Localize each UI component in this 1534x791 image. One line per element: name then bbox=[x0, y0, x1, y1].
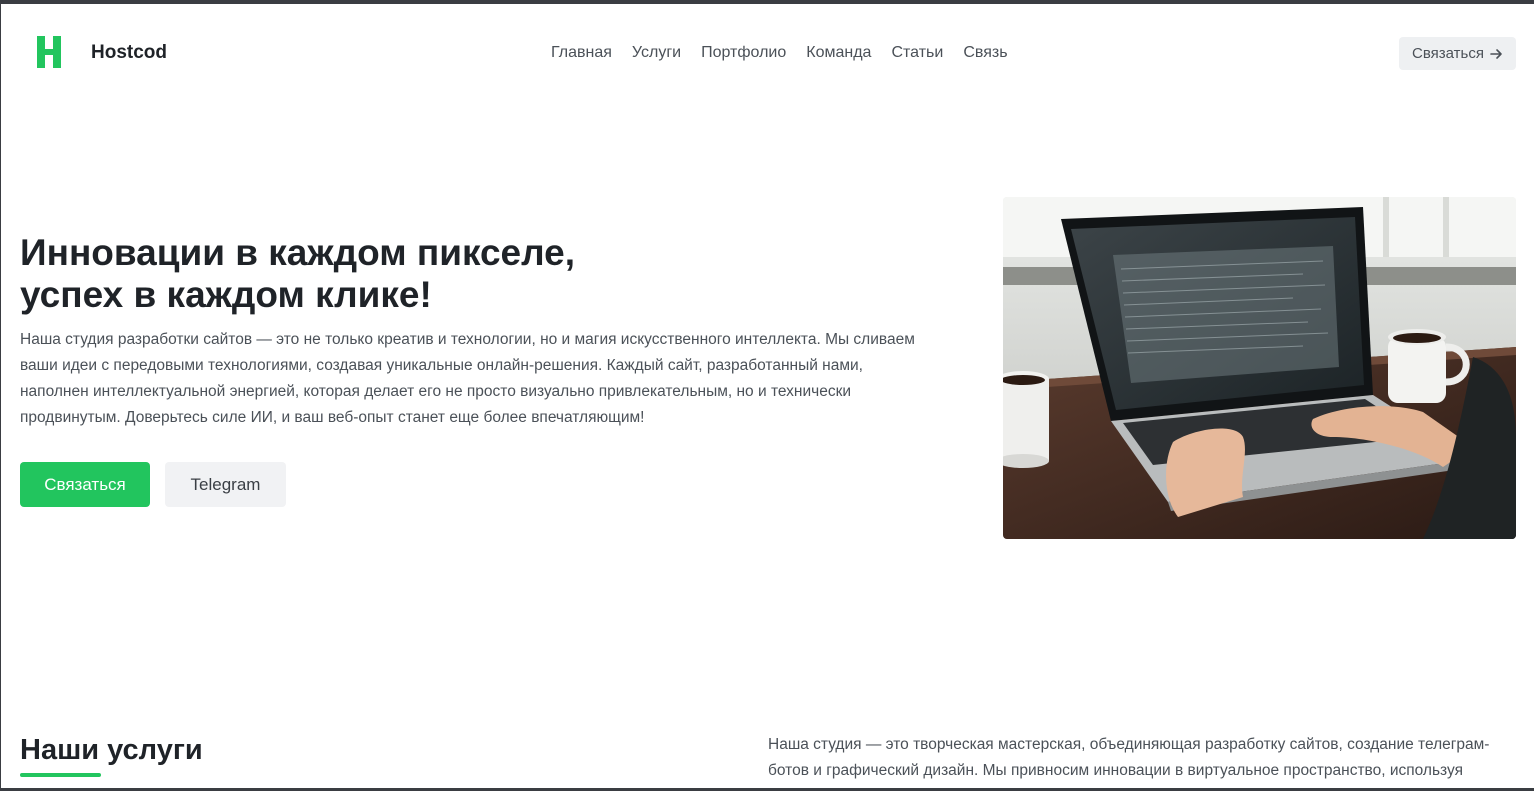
brand-name[interactable]: Hostcod bbox=[91, 42, 167, 64]
nav-item-home[interactable]: Главная bbox=[551, 44, 612, 62]
hero-title-line-2: успех в каждом клике! bbox=[20, 274, 432, 315]
nav-item-team[interactable]: Команда bbox=[806, 44, 871, 62]
contact-button[interactable]: Связаться bbox=[20, 462, 150, 507]
site-header: Hostcod Главная Услуги Портфолио Команда… bbox=[0, 4, 1534, 100]
nav-item-services[interactable]: Услуги bbox=[632, 44, 681, 62]
nav-item-contact[interactable]: Связь bbox=[963, 44, 1007, 62]
nav-item-portfolio[interactable]: Портфолио bbox=[701, 44, 786, 62]
hero-title-line-1: Инновации в каждом пикселе, bbox=[20, 232, 575, 273]
logo-icon[interactable] bbox=[37, 36, 63, 68]
hero-title: Инновации в каждом пикселе, успех в кажд… bbox=[20, 232, 720, 316]
header-contact-button[interactable]: Связаться bbox=[1399, 37, 1516, 70]
arrow-right-icon bbox=[1490, 48, 1502, 59]
main-nav: Главная Услуги Портфолио Команда Статьи … bbox=[551, 44, 1008, 62]
window-frame-left bbox=[0, 0, 1, 791]
hero-laptop-image bbox=[1003, 197, 1516, 539]
services-title-underline bbox=[20, 773, 101, 777]
services-title: Наши услуги bbox=[20, 734, 203, 766]
services-description: Наша студия — это творческая мастерская,… bbox=[768, 736, 1490, 779]
nav-item-articles[interactable]: Статьи bbox=[891, 44, 943, 62]
header-contact-label: Связаться bbox=[1412, 45, 1484, 62]
telegram-button[interactable]: Telegram bbox=[165, 462, 286, 507]
hero-description: Наша студия разработки сайтов — это не т… bbox=[20, 331, 915, 426]
